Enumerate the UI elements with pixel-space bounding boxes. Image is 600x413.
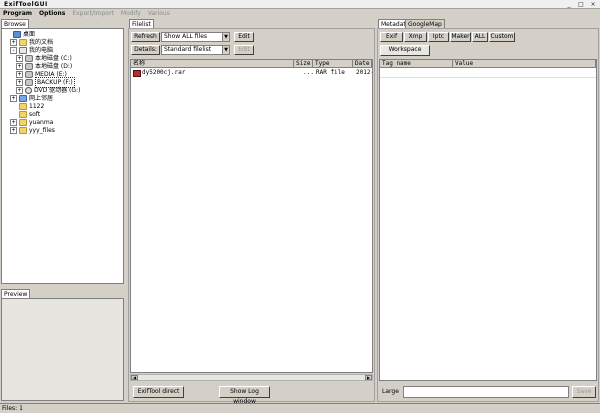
expand-icon[interactable]: + bbox=[16, 79, 23, 86]
menu-modify[interactable]: Modify bbox=[121, 10, 141, 17]
expand-icon[interactable]: + bbox=[10, 39, 17, 46]
exiftool-direct-button[interactable]: ExifTool direct bbox=[133, 386, 184, 398]
show-files-value: Show ALL files bbox=[164, 33, 208, 40]
preview-pane bbox=[1, 298, 124, 401]
drive-icon bbox=[25, 63, 33, 70]
iptc-button[interactable]: Iptc bbox=[428, 32, 449, 42]
column-header-size[interactable]: Size bbox=[294, 60, 313, 68]
maker-button[interactable]: Maker bbox=[450, 32, 471, 42]
column-header-date[interactable]: Date bbox=[353, 60, 372, 68]
file-type: RAR file bbox=[316, 69, 345, 76]
column-header-tag[interactable]: Tag name bbox=[380, 60, 453, 68]
menu-export-import[interactable]: Export/Import bbox=[72, 10, 114, 17]
menu-various[interactable]: Various bbox=[148, 10, 170, 17]
menu-program[interactable]: Program bbox=[3, 10, 32, 17]
metadata-list[interactable] bbox=[379, 59, 597, 381]
file-list[interactable] bbox=[130, 59, 373, 373]
workspace-button[interactable]: Workspace bbox=[380, 45, 430, 56]
status-bar: Files: 1 bbox=[0, 403, 600, 413]
expand-icon[interactable]: + bbox=[16, 63, 23, 70]
maximize-button[interactable]: □ bbox=[576, 1, 586, 8]
expand-icon[interactable]: + bbox=[16, 87, 23, 94]
folder-icon bbox=[19, 119, 27, 126]
tree-item-label: yyy_files bbox=[29, 127, 55, 134]
drive-icon bbox=[25, 79, 33, 86]
column-header-name[interactable]: 名称 bbox=[131, 60, 294, 68]
folder-icon bbox=[19, 103, 27, 110]
edit-filter-button[interactable]: Edit bbox=[234, 32, 254, 42]
tree-item[interactable]: + yyy_files bbox=[10, 126, 55, 135]
scroll-right-icon[interactable]: ▶ bbox=[365, 375, 372, 380]
column-header-type[interactable]: Type bbox=[313, 60, 353, 68]
exif-button[interactable]: Exif bbox=[380, 32, 403, 42]
title-bar: ExifToolGUI _ □ × bbox=[0, 0, 600, 9]
folder-icon bbox=[19, 39, 27, 46]
all-button[interactable]: ALL bbox=[472, 32, 488, 42]
expand-icon[interactable]: + bbox=[10, 95, 17, 102]
details-button[interactable]: Details: bbox=[131, 45, 160, 55]
file-date: 2012- bbox=[356, 69, 372, 76]
app-title: ExifToolGUI bbox=[4, 1, 48, 8]
edit-view-button[interactable]: Edit bbox=[234, 45, 254, 55]
expand-icon[interactable]: + bbox=[10, 127, 17, 134]
custom-button[interactable]: Custom bbox=[489, 32, 515, 42]
table-row[interactable]: dy5200cj.rar ... RAR file 2012- bbox=[131, 69, 372, 78]
net-icon bbox=[19, 95, 27, 102]
expand-icon[interactable]: + bbox=[10, 119, 17, 126]
desktop-icon bbox=[13, 31, 21, 38]
expand-icon[interactable]: + bbox=[16, 55, 23, 62]
file-name: dy5200cj.rar bbox=[142, 69, 186, 76]
save-button[interactable]: Save bbox=[572, 386, 596, 398]
column-header-value[interactable]: Value bbox=[453, 60, 596, 68]
expand-icon[interactable]: + bbox=[16, 71, 23, 78]
folder-icon bbox=[19, 127, 27, 134]
drive-icon bbox=[25, 55, 33, 62]
folder-icon bbox=[19, 111, 27, 118]
show-log-button[interactable]: Show Log window bbox=[219, 386, 270, 405]
refresh-button[interactable]: Refresh bbox=[131, 32, 160, 42]
large-label: Large bbox=[382, 388, 399, 395]
show-files-select[interactable]: Show ALL files ▼ bbox=[161, 32, 230, 42]
chevron-down-icon: ▼ bbox=[222, 46, 229, 54]
close-button[interactable]: × bbox=[588, 1, 598, 8]
xmp-button[interactable]: Xmp bbox=[404, 32, 427, 42]
filelist-scrollbar[interactable]: ◀ ▶ bbox=[130, 374, 373, 381]
collapse-icon[interactable]: - bbox=[10, 47, 17, 54]
file-size: ... bbox=[303, 69, 314, 76]
filelist-view-value: Standard filelist bbox=[164, 46, 212, 53]
menu-bar: Program Options Export/Import Modify Var… bbox=[0, 9, 600, 18]
minimize-button[interactable]: _ bbox=[564, 1, 574, 8]
filelist-view-select[interactable]: Standard filelist ▼ bbox=[161, 45, 230, 55]
chevron-down-icon: ▼ bbox=[222, 33, 229, 41]
pc-icon bbox=[19, 47, 27, 54]
metadata-value-input[interactable] bbox=[403, 386, 569, 398]
menu-options[interactable]: Options bbox=[39, 10, 65, 17]
metadata-row bbox=[380, 69, 596, 78]
dvd-icon bbox=[25, 87, 32, 94]
scroll-left-icon[interactable]: ◀ bbox=[131, 375, 138, 380]
rar-file-icon bbox=[133, 70, 141, 77]
drive-icon bbox=[25, 71, 33, 78]
